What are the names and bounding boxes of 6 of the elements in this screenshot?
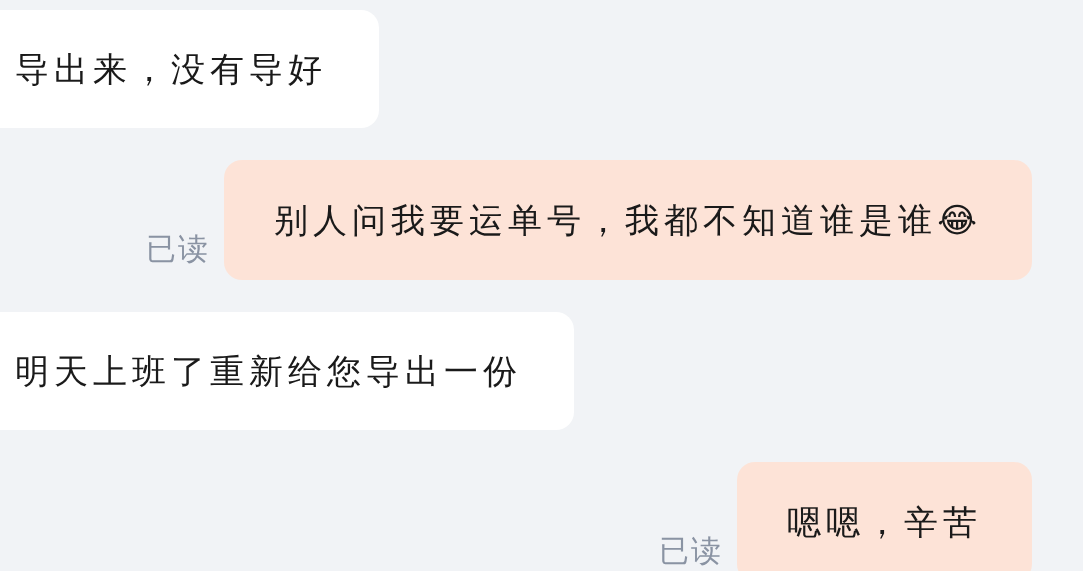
message-bubble: 明天上班了重新给您导出一份 [0, 312, 574, 430]
read-receipt: 已读 [146, 234, 211, 264]
message-bubble: 导出来，没有导好 [0, 10, 379, 128]
message-bubble: 嗯嗯，辛苦 [737, 462, 1032, 571]
read-receipt: 已读 [659, 536, 723, 566]
message-bubble: 别人问我要运单号，我都不知道谁是谁😂 [224, 160, 1032, 280]
